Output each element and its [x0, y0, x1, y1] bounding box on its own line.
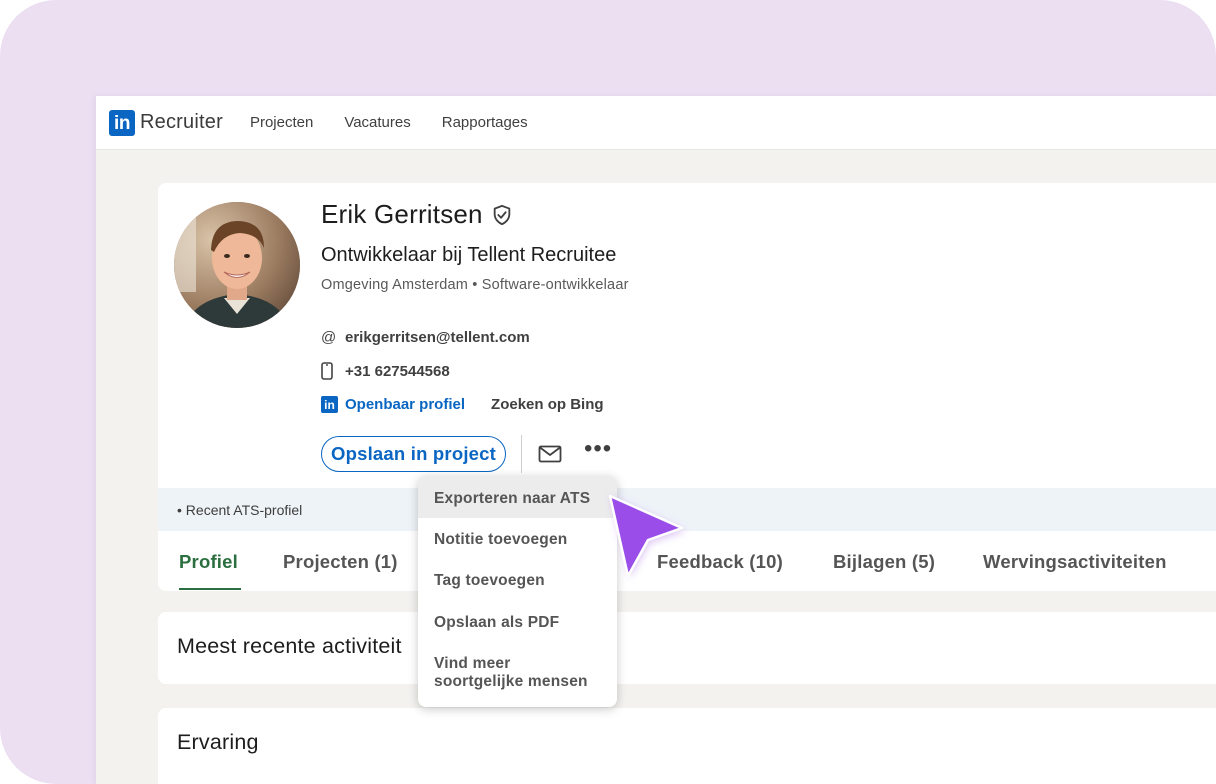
tab-bijlagen[interactable]: Bijlagen (5) — [833, 551, 935, 573]
menu-item-add-note[interactable]: Notitie toevoegen — [418, 531, 617, 549]
bing-search-link[interactable]: Zoeken op Bing — [491, 396, 604, 413]
brand-name: Recruiter — [140, 111, 223, 133]
phone-row: +31 627544568 — [321, 362, 450, 380]
linkedin-icon: in — [321, 396, 338, 413]
tab-wervingsactiviteiten[interactable]: Wervingsactiviteiten — [983, 551, 1167, 573]
name-row: Erik Gerritsen — [321, 199, 513, 230]
mail-icon — [538, 445, 562, 463]
profile-actions: Opslaan in project ••• — [321, 435, 612, 473]
more-icon[interactable]: ••• — [584, 437, 612, 471]
avatar — [174, 202, 300, 328]
avatar-photo — [174, 202, 300, 328]
pointer-cursor-icon — [608, 494, 686, 578]
top-navbar: in Recruiter Projecten Vacatures Rapport… — [96, 96, 1216, 150]
more-actions-dropdown: Exporteren naar ATS Notitie toevoegen Ta… — [418, 476, 617, 707]
active-tab-indicator — [179, 588, 241, 590]
recruiter-logo[interactable]: in Recruiter — [109, 109, 223, 136]
at-icon: @ — [321, 329, 337, 346]
experience-card: Ervaring — [158, 708, 1216, 784]
email-row: @ erikgerritsen@tellent.com — [321, 329, 530, 346]
linkedin-logo-icon: in — [109, 109, 135, 136]
candidate-meta: Omgeving Amsterdam • Software-ontwikkela… — [321, 277, 629, 293]
recruiter-app-window: in Recruiter Projecten Vacatures Rapport… — [96, 96, 1216, 784]
tab-projecten[interactable]: Projecten (1) — [283, 551, 398, 573]
menu-item-find-similar[interactable]: Vind meer soortgelijke mensen — [418, 655, 617, 691]
experience-title: Ervaring — [177, 730, 259, 754]
tab-profiel[interactable]: Profiel — [179, 551, 238, 573]
menu-item-add-tag[interactable]: Tag toevoegen — [418, 572, 617, 590]
candidate-headline: Ontwikkelaar bij Tellent Recruitee — [321, 244, 617, 266]
email-value[interactable]: erikgerritsen@tellent.com — [345, 329, 530, 346]
recent-activity-card: Meest recente activiteit — [158, 612, 1216, 684]
message-button[interactable] — [536, 440, 564, 468]
menu-item-export-ats[interactable]: Exporteren naar ATS — [418, 476, 617, 518]
nav-link-rapportages[interactable]: Rapportages — [442, 114, 528, 131]
public-profile-link[interactable]: Openbaar profiel — [345, 396, 465, 413]
nav-link-vacatures[interactable]: Vacatures — [344, 114, 410, 131]
verified-shield-icon — [493, 204, 510, 225]
phone-value[interactable]: +31 627544568 — [345, 363, 450, 380]
phone-icon — [321, 362, 339, 380]
menu-item-save-pdf[interactable]: Opslaan als PDF — [418, 614, 617, 632]
candidate-name: Erik Gerritsen — [321, 199, 483, 229]
nav-link-projecten[interactable]: Projecten — [250, 114, 313, 131]
recent-activity-title: Meest recente activiteit — [177, 634, 402, 658]
ats-note: • Recent ATS-profiel — [177, 501, 303, 518]
action-divider — [521, 435, 522, 473]
links-row: in Openbaar profiel Zoeken op Bing — [321, 396, 604, 413]
save-to-project-button[interactable]: Opslaan in project — [321, 436, 506, 472]
